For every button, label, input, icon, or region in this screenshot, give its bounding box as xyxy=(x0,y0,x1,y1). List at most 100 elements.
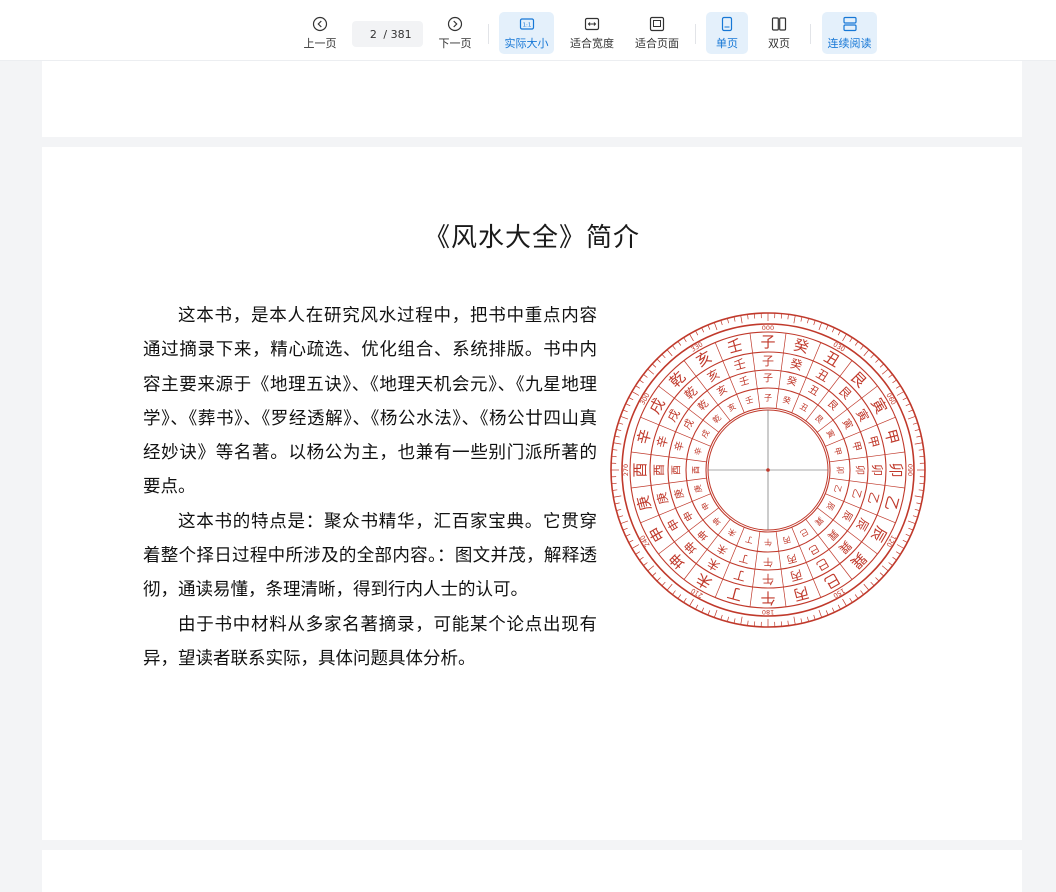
mountain-char: 乙 xyxy=(849,487,863,500)
svg-text:1:1: 1:1 xyxy=(522,22,531,28)
degree-tick xyxy=(813,320,816,326)
degree-tick xyxy=(914,429,920,431)
mountain-char: 子 xyxy=(762,354,774,368)
double-page-button[interactable]: 双页 xyxy=(758,12,800,54)
degree-tick xyxy=(620,520,629,525)
degree-tick xyxy=(625,533,631,537)
degree-tick xyxy=(683,598,687,603)
single-page-button[interactable]: 单页 xyxy=(706,12,748,54)
mountain-char: 丑 xyxy=(806,384,820,399)
mountain-char: 癸 xyxy=(782,394,792,406)
mountain-char: 丁 xyxy=(732,567,747,584)
mountain-char: 酉 xyxy=(672,465,683,475)
degree-tick xyxy=(672,345,676,350)
single-page-icon xyxy=(721,16,733,31)
degree-tick xyxy=(614,502,620,505)
mountain-char: 巳 xyxy=(806,542,821,557)
degree-tick xyxy=(860,590,864,595)
degree-tick xyxy=(863,349,870,357)
continuous-reading-button[interactable]: 连续阅读 xyxy=(822,12,877,54)
mountain-char: 坤 xyxy=(710,515,723,528)
degree-tick xyxy=(870,354,875,359)
fit-page-label: 适合页面 xyxy=(635,36,679,50)
degree-tick xyxy=(613,495,622,498)
degree-tick xyxy=(787,620,789,626)
mountain-char: 乙 xyxy=(881,494,902,513)
actual-size-button[interactable]: 1:1 实际大小 xyxy=(499,12,554,54)
mountain-char: 壬 xyxy=(725,336,744,357)
degree-tick xyxy=(616,509,622,511)
degree-tick xyxy=(831,607,835,613)
mountain-char: 甲 xyxy=(881,427,902,446)
degree-tick xyxy=(896,385,901,389)
degree-tick xyxy=(896,544,905,549)
mountain-char: 艮 xyxy=(813,413,825,425)
degree-tick xyxy=(713,609,718,618)
degree-tick xyxy=(720,320,723,326)
degree-tick xyxy=(616,429,622,431)
degree-tick xyxy=(683,337,687,342)
degree-tick xyxy=(825,324,829,330)
degree-tick xyxy=(727,318,729,324)
degree-label: 180 xyxy=(762,608,774,616)
degree-tick xyxy=(875,577,880,582)
degree-tick xyxy=(689,333,694,342)
next-page-label: 下一页 xyxy=(438,36,472,50)
paragraph: 由于书中材料从多家名著摘录，可能某个论点出现有异，望读者联系实际，具体问题具体分… xyxy=(143,614,597,669)
degree-tick xyxy=(905,533,911,537)
degree-tick xyxy=(807,318,809,324)
next-page-sheet xyxy=(42,850,1022,892)
degree-tick xyxy=(902,539,908,543)
fit-page-button[interactable]: 适合页面 xyxy=(629,12,685,54)
degree-tick xyxy=(666,583,673,591)
mountain-char: 卯 xyxy=(836,466,845,474)
degree-label: 000 xyxy=(762,324,774,332)
page-number-input[interactable] xyxy=(363,27,384,41)
degree-tick xyxy=(787,314,789,320)
degree-tick xyxy=(800,618,803,624)
mountain-char: 庚 xyxy=(634,494,655,513)
previous-page-sheet xyxy=(42,60,1022,137)
fit-width-icon xyxy=(584,17,600,30)
degree-tick xyxy=(849,598,853,603)
degree-tick xyxy=(661,354,666,359)
degree-tick xyxy=(713,322,718,331)
mountain-char: 申 xyxy=(699,500,712,512)
degree-tick xyxy=(854,341,859,346)
reader-toolbar: 上一页 / 381 下一页 1:1 实际大小 适合宽度 适合页面 单页 双页 连… xyxy=(0,0,1056,61)
degree-tick xyxy=(707,610,711,616)
degree-tick xyxy=(875,358,880,363)
mountain-char: 午 xyxy=(762,572,774,586)
mountain-char: 辛 xyxy=(672,440,687,453)
mountain-char: 午 xyxy=(764,538,772,548)
degree-tick xyxy=(689,598,694,607)
degree-tick xyxy=(701,327,705,333)
degree-tick xyxy=(628,539,634,543)
mountain-char: 甲 xyxy=(849,440,862,453)
mountain-char: 子 xyxy=(760,333,775,351)
mountain-char: 庚 xyxy=(692,484,704,494)
chevron-right-circle-icon xyxy=(447,16,463,31)
document-body: 这本书，是本人在研究风水过程中，把书中重点内容通过摘录下来，精心疏选、优化组合、… xyxy=(143,299,597,676)
degree-tick xyxy=(639,379,644,384)
mountain-char: 酉 xyxy=(652,464,666,476)
mountain-char: 乾 xyxy=(710,412,723,425)
prev-page-button[interactable]: 上一页 xyxy=(297,12,343,54)
degree-tick xyxy=(733,316,736,322)
degree-tick xyxy=(888,374,893,378)
next-page-button[interactable]: 下一页 xyxy=(432,12,478,54)
degree-tick xyxy=(914,495,923,498)
degree-tick xyxy=(842,598,847,607)
degree-tick xyxy=(620,415,629,420)
toolbar-divider xyxy=(488,24,489,44)
degree-tick xyxy=(896,391,905,396)
mountain-char: 亥 xyxy=(726,401,738,414)
degree-tick xyxy=(677,594,682,599)
degree-tick xyxy=(892,379,897,384)
degree-tick xyxy=(612,489,618,491)
degree-tick xyxy=(881,368,889,375)
mountain-char: 癸 xyxy=(785,374,798,389)
degree-tick xyxy=(643,562,648,566)
fit-width-button[interactable]: 适合宽度 xyxy=(564,12,620,54)
mountain-char: 巽 xyxy=(825,527,841,543)
